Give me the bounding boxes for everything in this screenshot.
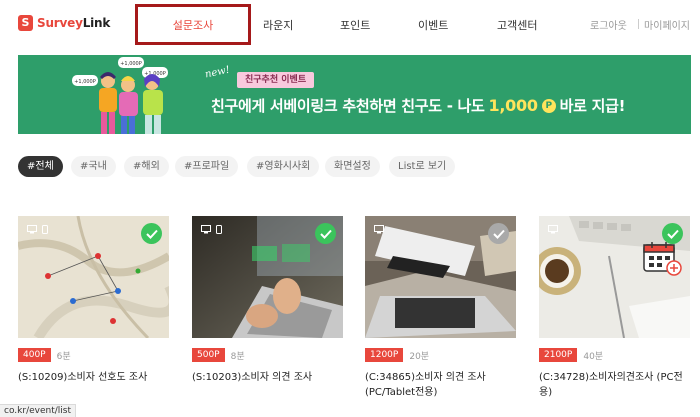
filter-profile[interactable]: #프로파일 xyxy=(175,156,239,177)
survey-title: (S:10203)소비자 의견 조사 xyxy=(192,372,313,383)
nav-customer-center[interactable]: 고객센터 xyxy=(497,17,537,33)
duration-label: 6분 xyxy=(56,351,71,362)
headline-amount: 1,000 xyxy=(488,96,538,115)
survey-title: (C:34728)소비자의견조사 (PC전용) xyxy=(539,372,683,398)
point-coin-icon: P xyxy=(541,98,556,113)
display-settings[interactable]: 화면설정 xyxy=(325,156,380,177)
top-header: S SurveyLink 설문조사 라운지 포인트 이벤트 고객센터 로그아웃 … xyxy=(0,0,700,50)
nav-events[interactable]: 이벤트 xyxy=(418,17,448,33)
survey-card[interactable]: 500P 8분 (S:10203)소비자 의견 조사 xyxy=(192,216,343,385)
event-tag: 친구추천 이벤트 xyxy=(237,72,315,88)
survey-card[interactable]: 2100P 40분 (C:34728)소비자의견조사 (PC전용) xyxy=(539,216,690,400)
survey-thumbnail xyxy=(365,216,516,338)
mobile-icon xyxy=(42,225,48,234)
list-view-toggle[interactable]: List로 보기 xyxy=(389,156,456,177)
check-icon xyxy=(488,223,509,244)
banner-headline: 친구에게 서베이링크 추천하면 친구도 - 나도 1,000 P 바로 지급! xyxy=(211,95,625,116)
survey-card[interactable]: 400P 6분 (S:10209)소비자 선호도 조사 xyxy=(18,216,169,385)
survey-thumbnail xyxy=(539,216,690,338)
surveylink-logo[interactable]: S SurveyLink xyxy=(18,15,110,31)
logo-text-survey: Survey xyxy=(37,16,83,30)
mypage-link[interactable]: 마이페이지 xyxy=(644,17,690,32)
filter-overseas[interactable]: #해외 xyxy=(124,156,169,177)
referral-event-banner[interactable]: +1,000P +1,000P +1,000P new! 친구추천 이벤트 친구… xyxy=(18,55,691,134)
nav-points[interactable]: 포인트 xyxy=(340,17,370,33)
duration-label: 20분 xyxy=(409,351,430,362)
logo-text-link: Link xyxy=(82,16,111,30)
nav-lounge[interactable]: 라운지 xyxy=(263,17,293,33)
util-divider xyxy=(638,19,639,29)
points-badge: 400P xyxy=(18,348,51,362)
nav-survey[interactable]: 설문조사 xyxy=(135,4,251,45)
duration-label: 8분 xyxy=(230,351,245,362)
friends-illustration: +1,000P +1,000P +1,000P xyxy=(72,57,168,134)
new-label: new! xyxy=(204,64,231,81)
survey-title: (S:10209)소비자 선호도 조사 xyxy=(18,372,148,383)
survey-thumbnail xyxy=(192,216,343,338)
pc-icon xyxy=(548,225,558,234)
headline-text: 친구에게 서베이링크 추천하면 친구도 - 나도 xyxy=(211,97,485,115)
calendar-add-icon[interactable] xyxy=(642,240,682,276)
pc-icon xyxy=(201,225,211,234)
survey-title: (C:34865)소비자 의견 조사 (PC/Tablet전용) xyxy=(365,372,486,398)
pc-icon xyxy=(27,225,37,234)
bubble-1: +1,000P xyxy=(74,79,96,85)
points-badge: 500P xyxy=(192,348,225,362)
check-icon xyxy=(315,223,336,244)
nav-survey-label: 설문조사 xyxy=(172,18,214,32)
check-icon xyxy=(141,223,162,244)
survey-thumbnail xyxy=(18,216,169,338)
points-badge: 2100P xyxy=(539,348,578,362)
logo-icon: S xyxy=(18,15,33,31)
filter-preview[interactable]: #영화시사회 xyxy=(247,156,320,177)
bubble-2: +1,000P xyxy=(120,61,142,67)
filter-domestic[interactable]: #국내 xyxy=(71,156,116,177)
pc-icon xyxy=(374,225,384,234)
points-badge: 1200P xyxy=(365,348,404,362)
link-status-bar: co.kr/event/list xyxy=(0,404,76,417)
mobile-icon xyxy=(216,225,222,234)
survey-card[interactable]: 1200P 20분 (C:34865)소비자 의견 조사 (PC/Tablet전… xyxy=(365,216,516,400)
headline-end: 바로 지급! xyxy=(559,97,626,115)
duration-label: 40분 xyxy=(583,351,604,362)
filter-all[interactable]: #전체 xyxy=(18,156,63,177)
logout-link[interactable]: 로그아웃 xyxy=(590,17,627,32)
